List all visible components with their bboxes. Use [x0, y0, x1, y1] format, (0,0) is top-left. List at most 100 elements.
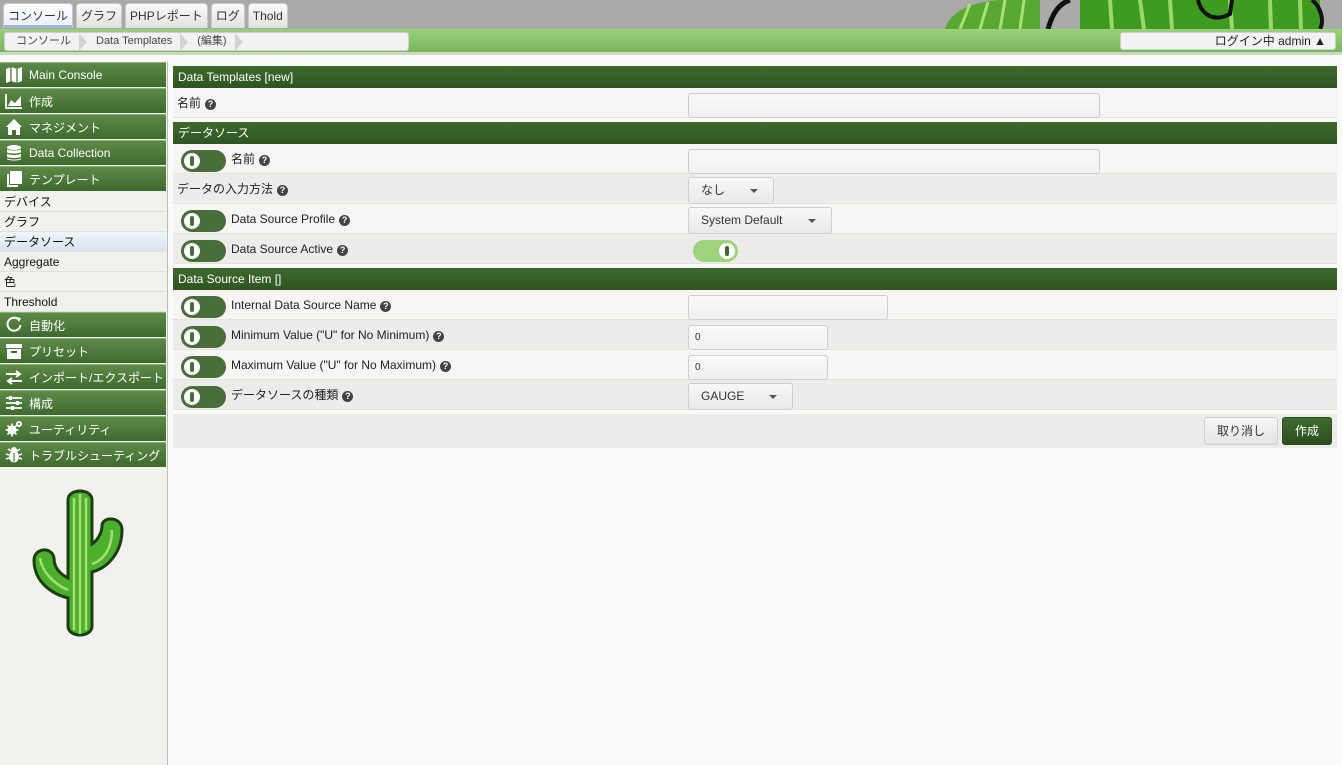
form-row-active: Data Source Active? [173, 234, 1337, 264]
database-icon [4, 144, 23, 162]
active-switch[interactable] [693, 240, 738, 262]
override-toggle[interactable] [181, 240, 226, 262]
section-header-data-source-item: Data Source Item [] [173, 268, 1337, 290]
form-row-ds-type: データソースの種類? GAUGE [173, 380, 1337, 410]
internal-name-input[interactable] [688, 295, 888, 320]
home-icon [4, 118, 23, 136]
toggle-knob [184, 389, 200, 405]
field-label: Data Source Active? [231, 234, 349, 264]
user-menu[interactable]: ログイン中 admin ▲ [1120, 32, 1336, 50]
tab-thold[interactable]: Thold [247, 3, 288, 28]
field-label-text: データの入力方法 [177, 182, 274, 196]
form-row-ds-name: 名前? [173, 144, 1337, 174]
bug-icon [4, 446, 23, 464]
submenu-item-aggregate[interactable]: Aggregate [0, 252, 166, 272]
template-name-input[interactable] [688, 93, 1100, 118]
sidebar-item-utilities[interactable]: ユーティリティ [0, 416, 166, 442]
breadcrumb-bar: コンソール Data Templates (編集) ログイン中 admin ▲ [0, 29, 1342, 55]
form-actions: 取り消し 作成 [173, 414, 1337, 448]
field-label: データソースの種類? [231, 380, 354, 410]
sidebar-item-management[interactable]: マネジメント [0, 114, 166, 140]
field-label: Maximum Value ("U" for No Maximum)? [231, 350, 451, 380]
cactus-logo [32, 489, 124, 637]
submenu-item-data-sources[interactable]: データソース [0, 232, 166, 252]
submenu-item-devices[interactable]: デバイス [0, 192, 166, 212]
field-label-text: 名前 [177, 96, 202, 110]
help-icon[interactable]: ? [259, 155, 271, 166]
help-icon[interactable]: ? [337, 245, 349, 256]
sidebar-item-label: Data Collection [29, 146, 111, 160]
input-method-select[interactable]: なし [688, 177, 774, 204]
field-label-text: Minimum Value ("U" for No Minimum) [231, 328, 430, 342]
max-value-input[interactable]: 0 [688, 355, 828, 380]
sidebar-item-label: 構成 [29, 396, 54, 411]
form-row-internal-name: Internal Data Source Name? [173, 290, 1337, 320]
tab-graphs[interactable]: グラフ [76, 3, 123, 28]
sidebar-item-data-collection[interactable]: Data Collection [0, 140, 166, 166]
top-navigation-bar: コンソール グラフ PHPレポート ログ Thold [0, 0, 1342, 29]
sidebar-item-templates[interactable]: テンプレート [0, 166, 166, 192]
section-header-data-source: データソース [173, 122, 1337, 144]
select-value: なし [701, 183, 726, 197]
sidebar-item-automation[interactable]: 自動化 [0, 312, 166, 338]
tab-php-reports[interactable]: PHPレポート [125, 3, 208, 28]
submenu-item-graphs[interactable]: グラフ [0, 212, 166, 232]
field-label-text: データソースの種類 [231, 388, 339, 402]
sidebar-item-label: ユーティリティ [29, 422, 112, 437]
tab-console[interactable]: コンソール [3, 3, 74, 28]
help-icon[interactable]: ? [342, 391, 354, 402]
ds-type-select[interactable]: GAUGE [688, 383, 793, 410]
profile-select[interactable]: System Default [688, 207, 832, 234]
gears-icon [4, 420, 23, 438]
sidebar-item-configuration[interactable]: 構成 [0, 390, 166, 416]
field-label: 名前? [177, 88, 217, 118]
exchange-icon [4, 368, 23, 386]
sidebar-item-label: テンプレート [29, 172, 101, 187]
field-label: データの入力方法? [177, 174, 289, 204]
sliders-icon [4, 394, 23, 412]
refresh-icon [4, 316, 23, 334]
chart-icon [4, 92, 23, 110]
override-toggle[interactable] [181, 296, 226, 318]
toggle-knob [184, 153, 200, 169]
form-row-template-name: 名前? [173, 88, 1337, 118]
sidebar-item-import-export[interactable]: インポート/エクスポート [0, 364, 166, 390]
help-icon[interactable]: ? [205, 99, 217, 110]
sidebar-item-main-console[interactable]: Main Console [0, 62, 166, 88]
submenu-item-threshold[interactable]: Threshold [0, 292, 166, 312]
help-icon[interactable]: ? [440, 361, 451, 372]
toggle-knob [184, 243, 200, 259]
override-toggle[interactable] [181, 326, 226, 348]
submenu-item-colors[interactable]: 色 [0, 272, 166, 292]
ds-name-input[interactable] [688, 149, 1100, 174]
help-icon[interactable]: ? [380, 301, 392, 312]
form-row-profile: Data Source Profile? System Default [173, 204, 1337, 234]
sidebar-item-troubleshooting[interactable]: トラブルシューティング [0, 442, 166, 468]
toggle-knob [184, 329, 200, 345]
help-icon[interactable]: ? [433, 331, 445, 342]
override-toggle[interactable] [181, 356, 226, 378]
select-value: GAUGE [701, 389, 745, 403]
breadcrumb-console[interactable]: コンソール [5, 33, 87, 50]
help-icon[interactable]: ? [339, 215, 351, 226]
help-icon[interactable]: ? [277, 185, 289, 196]
templates-submenu: デバイス グラフ データソース Aggregate 色 Threshold [0, 192, 167, 312]
create-button[interactable]: 作成 [1282, 417, 1332, 445]
breadcrumb-data-templates[interactable]: Data Templates [85, 33, 189, 50]
override-toggle[interactable] [181, 150, 226, 172]
cancel-button[interactable]: 取り消し [1204, 417, 1278, 445]
section-header-data-template: Data Templates [new] [173, 66, 1337, 88]
breadcrumb-edit: (編集) [186, 33, 243, 50]
sidebar-item-label: インポート/エクスポート [29, 370, 164, 385]
override-toggle[interactable] [181, 386, 226, 408]
sidebar-item-presets[interactable]: プリセット [0, 338, 166, 364]
sidebar-item-create[interactable]: 作成 [0, 88, 166, 114]
field-label: Internal Data Source Name? [231, 290, 392, 320]
select-value: System Default [701, 213, 783, 227]
min-value-input[interactable]: 0 [688, 325, 828, 350]
sidebar-item-label: 自動化 [29, 318, 66, 333]
tab-logs[interactable]: ログ [210, 3, 245, 28]
main-content: Data Templates [new] 名前? データソース 名前? データの… [173, 66, 1337, 448]
override-toggle[interactable] [181, 210, 226, 232]
field-label-text: Maximum Value ("U" for No Maximum) [231, 358, 436, 372]
